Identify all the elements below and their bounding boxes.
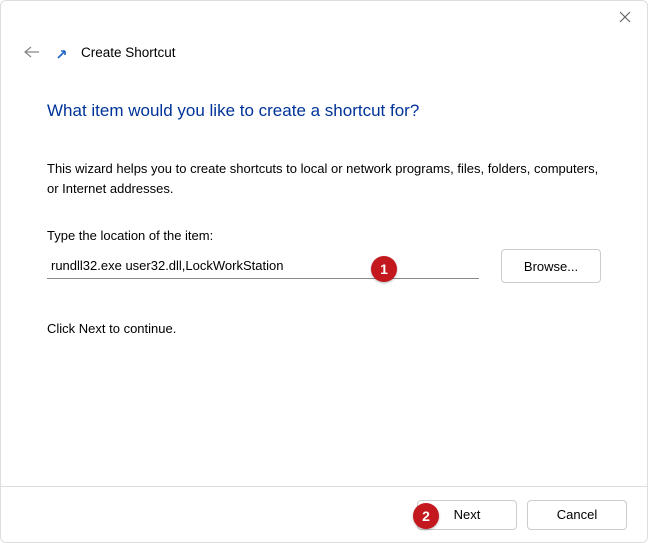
dialog-window: Create Shortcut What item would you like… <box>0 0 648 543</box>
location-input[interactable] <box>47 253 479 279</box>
dialog-content: What item would you like to create a sho… <box>47 101 601 336</box>
continue-text: Click Next to continue. <box>47 321 601 336</box>
description-text: This wizard helps you to create shortcut… <box>47 159 601 198</box>
dialog-header: Create Shortcut <box>23 43 176 61</box>
close-button[interactable] <box>617 9 633 25</box>
dialog-footer: Next Cancel <box>1 486 647 542</box>
browse-button[interactable]: Browse... <box>501 249 601 283</box>
location-label: Type the location of the item: <box>47 228 601 243</box>
shortcut-icon <box>55 48 67 60</box>
annotation-badge-2: 2 <box>413 503 439 529</box>
main-heading: What item would you like to create a sho… <box>47 101 601 121</box>
close-icon <box>619 11 631 23</box>
annotation-badge-1: 1 <box>371 256 397 282</box>
back-arrow-icon <box>24 45 40 59</box>
cancel-button[interactable]: Cancel <box>527 500 627 530</box>
location-row: Browse... <box>47 249 601 283</box>
back-button[interactable] <box>23 43 41 61</box>
dialog-title: Create Shortcut <box>81 45 176 60</box>
